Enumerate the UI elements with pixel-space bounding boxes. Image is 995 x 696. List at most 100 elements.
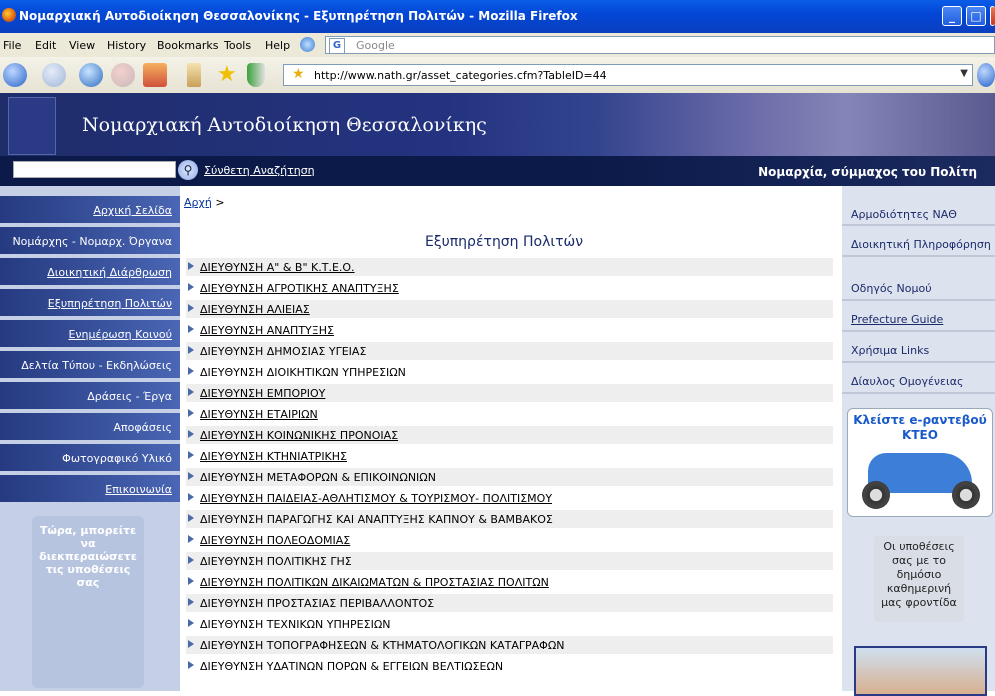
main-content: Αρχή > Εξυπηρέτηση Πολιτών ΔΙΕΥΘΥΝΣΗ Α" … [180,186,842,691]
left-promo-banner[interactable]: Τώρα, μπορείτε να διεκπεραιώσετε τις υπο… [32,516,144,688]
directorate-label[interactable]: ΔΙΕΥΘΥΝΣΗ ΑΛΙΕΙΑΣ [200,303,310,316]
prefecture-logo [8,97,56,155]
reload-button[interactable] [79,63,103,87]
firefox-icon [2,8,16,22]
directorate-row: ΔΙΕΥΘΥΝΣΗ ΥΔΑΤΙΝΩΝ ΠΟΡΩΝ & ΕΓΓΕΙΩΝ ΒΕΛΤΙ… [186,657,833,675]
left-nav-item-prefect[interactable]: Νομάρχης - Νομαρχ. Όργανα [0,227,180,256]
ktoe-appointment-banner[interactable]: Κλείστε e-ραντεβού ΚΤΕΟ [847,408,993,517]
right-nav-item-competences[interactable]: Αρμοδιότητες ΝΑΘ [842,208,995,221]
directorate-label[interactable]: ΔΙΕΥΘΥΝΣΗ ΑΓΡΟΤΙΚΗΣ ΑΝΑΠΤΥΞΗΣ [200,282,399,295]
right-nav-item-prefecture-guide[interactable]: Prefecture Guide [842,313,995,326]
directorate-row[interactable]: ΔΙΕΥΘΥΝΣΗ ΚΟΙΝΩΝΙΚΗΣ ΠΡΟΝΟΙΑΣ [186,426,833,444]
shield-icon[interactable] [247,63,265,87]
triangle-right-icon [188,472,194,480]
directorate-label[interactable]: ΔΙΕΥΘΥΝΣΗ ΑΝΑΠΤΥΞΗΣ [200,324,334,337]
directorate-row[interactable]: ΔΙΕΥΘΥΝΣΗ Α" & Β" Κ.Τ.Ε.Ο. [186,258,833,276]
directorate-label[interactable]: ΔΙΕΥΘΥΝΣΗ ΕΜΠΟΡΙΟΥ [200,387,325,400]
close-button[interactable] [990,6,995,26]
menu-file[interactable]: File [3,39,21,52]
triangle-right-icon [188,388,194,396]
menu-history[interactable]: History [107,39,146,52]
advanced-search-link[interactable]: Σύνθετη Αναζήτηση [204,164,315,177]
breadcrumb-home-link[interactable]: Αρχή [184,196,212,209]
triangle-right-icon [188,262,194,270]
home-button[interactable] [143,63,167,87]
chevron-down-icon[interactable]: ▼ [960,68,968,79]
right-nav-divider [842,361,995,363]
directorate-row[interactable]: ΔΙΕΥΘΥΝΣΗ ΠΟΛΕΟΔΟΜΙΑΣ [186,531,833,549]
globe-icon [300,37,315,52]
directorate-row[interactable]: ΔΙΕΥΘΥΝΣΗ ΠΑΙΔΕΙΑΣ-ΑΘΛΗΤΙΣΜΟΥ & ΤΟΥΡΙΣΜΟ… [186,489,833,507]
google-icon: G [329,38,345,54]
page-title: Εξυπηρέτηση Πολιτών [425,234,584,250]
directorate-label[interactable]: ΔΙΕΥΘΥΝΣΗ ΠΟΛΙΤΙΚΩΝ ΔΙΚΑΙΩΜΑΤΩΝ & ΠΡΟΣΤΑ… [200,576,549,589]
directorate-row: ΔΙΕΥΘΥΝΣΗ ΠΡΟΣΤΑΣΙΑΣ ΠΕΡΙΒΑΛΛΟΝΤΟΣ [186,594,833,612]
maximize-button[interactable]: □ [966,6,986,26]
directorate-row[interactable]: ΔΙΕΥΘΥΝΣΗ ΚΤΗΝΙΑΤΡΙΚΗΣ [186,447,833,465]
window-title-bar: Νομαρχιακή Αυτοδιοίκηση Θεσσαλονίκης - Ε… [0,0,995,33]
directorate-row: ΔΙΕΥΘΥΝΣΗ ΤΕΧΝΙΚΩΝ ΥΠΗΡΕΣΙΩΝ [186,615,833,633]
triangle-right-icon [188,346,194,354]
site-search-input[interactable] [13,161,176,178]
forward-button[interactable] [42,63,66,87]
directorate-row[interactable]: ΔΙΕΥΘΥΝΣΗ ΕΤΑΙΡΙΩΝ [186,405,833,423]
directorate-label[interactable]: ΔΙΕΥΘΥΝΣΗ ΚΟΙΝΩΝΙΚΗΣ ΠΡΟΝΟΙΑΣ [200,429,398,442]
left-nav-item-press[interactable]: Δελτία Τύπου - Εκδηλώσεις [0,351,180,380]
address-bar[interactable]: ★ http://www.nath.gr/asset_categories.cf… [283,64,973,86]
menu-help[interactable]: Help [265,39,290,52]
right-nav-item-diaspora[interactable]: Δίαυλος Ομογένειας [842,375,995,388]
directorate-row: ΔΙΕΥΘΥΝΣΗ ΔΙΟΙΚΗΤΙΚΩΝ ΥΠΗΡΕΣΙΩΝ [186,363,833,381]
directorate-label[interactable]: ΔΙΕΥΘΥΝΣΗ ΚΤΗΝΙΑΤΡΙΚΗΣ [200,450,347,463]
triangle-right-icon [188,619,194,627]
directorate-row[interactable]: ΔΙΕΥΘΥΝΣΗ ΠΟΛΙΤΙΚΩΝ ΔΙΚΑΙΩΜΑΤΩΝ & ΠΡΟΣΤΑ… [186,573,833,591]
triangle-right-icon [188,409,194,417]
search-icon[interactable]: ⚲ [178,160,198,180]
directorate-label: ΔΙΕΥΘΥΝΣΗ ΠΡΟΣΤΑΣΙΑΣ ΠΕΡΙΒΑΛΛΟΝΤΟΣ [200,597,435,610]
left-nav-item-contact[interactable]: Επικοινωνία [0,475,180,504]
right-nav-item-useful-links[interactable]: Χρήσιμα Links [842,344,995,357]
left-nav-item-public-info[interactable]: Ενημέρωση Κοινού [0,320,180,349]
directorate-label[interactable]: ΔΙΕΥΘΥΝΣΗ Α" & Β" Κ.Τ.Ε.Ο. [200,261,355,274]
left-nav-item-home[interactable]: Αρχική Σελίδα [0,196,180,225]
triangle-right-icon [188,283,194,291]
left-nav-item-photos[interactable]: Φωτογραφικό Υλικό [0,444,180,473]
back-button[interactable] [3,63,27,87]
menu-bookmarks[interactable]: Bookmarks [157,39,218,52]
left-nav-item-citizen-service[interactable]: Εξυπηρέτηση Πολιτών [0,289,180,318]
right-nav-item-admin-info[interactable]: Διοικητική Πληροφόρηση [842,238,995,251]
bookmark-star-icon[interactable]: ★ [217,63,241,87]
directorate-row: ΔΙΕΥΘΥΝΣΗ ΔΗΜΟΣΙΑΣ ΥΓΕΙΑΣ [186,342,833,360]
directorate-row[interactable]: ΔΙΕΥΘΥΝΣΗ ΑΝΑΠΤΥΞΗΣ [186,321,833,339]
directorate-label[interactable]: ΔΙΕΥΘΥΝΣΗ ΕΤΑΙΡΙΩΝ [200,408,318,421]
breadcrumb-separator: > [215,196,225,209]
go-button[interactable] [977,63,995,87]
directorate-label: ΔΙΕΥΘΥΝΣΗ ΠΟΛΙΤΙΚΗΣ ΓΗΣ [200,555,352,568]
directorate-row[interactable]: ΔΙΕΥΘΥΝΣΗ ΕΜΠΟΡΙΟΥ [186,384,833,402]
menu-view[interactable]: View [69,39,95,52]
google-search-input[interactable]: G Google [325,36,995,54]
left-nav-item-structure[interactable]: Διοικητική Διάρθρωση [0,258,180,287]
directorate-label[interactable]: ΔΙΕΥΘΥΝΣΗ ΠΟΛΕΟΔΟΜΙΑΣ [200,534,350,547]
directorate-row: ΔΙΕΥΘΥΝΣΗ ΠΑΡΑΓΩΓΗΣ ΚΑΙ ΑΝΑΠΤΥΞΗΣ ΚΑΠΝΟΥ… [186,510,833,528]
slogan-note: Οι υποθέσεις σας με το δημόσιο καθημεριν… [874,536,964,622]
menu-tools[interactable]: Tools [224,39,251,52]
left-nav-item-projects[interactable]: Δράσεις - Έργα [0,382,180,411]
minimize-button[interactable]: _ [942,6,962,26]
stop-button[interactable] [111,63,135,87]
hourglass-icon[interactable] [187,63,201,87]
site-title: Νομαρχιακή Αυτοδιοίκηση Θεσσαλονίκης [82,114,487,136]
directorate-row[interactable]: ΔΙΕΥΘΥΝΣΗ ΑΛΙΕΙΑΣ [186,300,833,318]
site-star-icon: ★ [292,66,305,82]
directorate-row[interactable]: ΔΙΕΥΘΥΝΣΗ ΑΓΡΟΤΙΚΗΣ ΑΝΑΠΤΥΞΗΣ [186,279,833,297]
right-nav-item-guide[interactable]: Οδηγός Νομού [842,282,995,295]
left-nav-item-decisions[interactable]: Αποφάσεις [0,413,180,442]
menu-edit[interactable]: Edit [35,39,56,52]
directorate-label[interactable]: ΔΙΕΥΘΥΝΣΗ ΠΑΙΔΕΙΑΣ-ΑΘΛΗΤΙΣΜΟΥ & ΤΟΥΡΙΣΜΟ… [200,492,552,505]
directorate-label: ΔΙΕΥΘΥΝΣΗ ΠΑΡΑΓΩΓΗΣ ΚΑΙ ΑΝΑΠΤΥΞΗΣ ΚΑΠΝΟΥ… [200,513,553,526]
directorate-row: ΔΙΕΥΘΥΝΣΗ ΤΟΠΟΓΡΑΦΗΣΕΩΝ & ΚΤΗΜΑΤΟΛΟΓΙΚΩΝ… [186,636,833,654]
directorate-label: ΔΙΕΥΘΥΝΣΗ ΔΗΜΟΣΙΑΣ ΥΓΕΙΑΣ [200,345,367,358]
right-navigation: Αρμοδιότητες ΝΑΘ Διοικητική Πληροφόρηση … [842,186,995,696]
directorate-label: ΔΙΕΥΘΥΝΣΗ ΜΕΤΑΦΟΡΩΝ & ΕΠΙΚΟΙΝΩΝΙΩΝ [200,471,436,484]
directorate-label: ΔΙΕΥΘΥΝΣΗ ΤΟΠΟΓΡΑΦΗΣΕΩΝ & ΚΤΗΜΑΤΟΛΟΓΙΚΩΝ… [200,639,565,652]
building-photo[interactable] [854,646,987,696]
